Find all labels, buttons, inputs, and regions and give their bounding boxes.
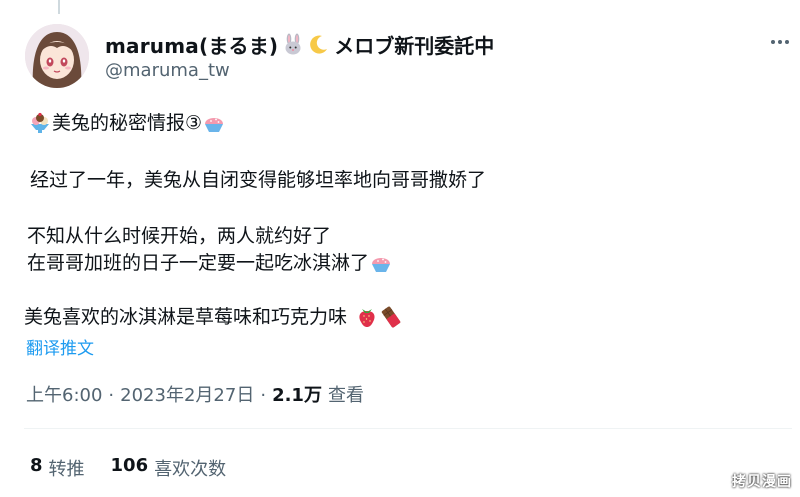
- post-line-text: 在哥哥加班的日子一定要一起吃冰淇淋了: [27, 252, 370, 274]
- engagement-stats: 8 转推 106 喜欢次数: [30, 455, 226, 481]
- author-name-row[interactable]: maruma(まるま) メロブ新刊委託中: [105, 30, 494, 58]
- shaved-ice-icon: [202, 111, 226, 135]
- author-display-name: maruma(まるま): [105, 33, 279, 58]
- views-label: 查看: [327, 385, 364, 406]
- ice-cream-sundae-icon: [28, 111, 52, 135]
- likes-stat[interactable]: 106 喜欢次数: [111, 455, 227, 481]
- retweets-label: 转推: [48, 459, 85, 480]
- avatar[interactable]: [25, 24, 89, 88]
- post-line-text: 经过了一年，美兔从自闭变得能够坦率地向哥哥撒娇了: [30, 169, 487, 191]
- retweets-stat[interactable]: 8 转推: [30, 455, 85, 481]
- retweets-count: 8: [30, 455, 43, 476]
- crescent-moon-icon: [308, 33, 330, 55]
- meta-separator: ·: [108, 385, 115, 406]
- watermark: 拷贝漫画: [732, 474, 792, 490]
- more-options-button[interactable]: [764, 28, 796, 56]
- post-line-1: 美兔的秘密情报③: [28, 110, 226, 136]
- post-date[interactable]: 2023年2月27日: [120, 381, 254, 407]
- author-handle[interactable]: @maruma_tw: [105, 60, 230, 81]
- post-line-text: 美兔的秘密情报③: [52, 112, 203, 134]
- post-time[interactable]: 上午6:00: [26, 381, 102, 407]
- meta-separator: ·: [260, 385, 267, 406]
- thread-connector: [0, 0, 800, 14]
- more-dot: [785, 40, 789, 44]
- strawberry-icon: [355, 305, 379, 329]
- shaved-ice-icon: [369, 251, 393, 275]
- post-line-text: 美兔喜欢的冰淇淋是草莓味和巧克力味: [24, 306, 348, 328]
- post-line-5: 美兔喜欢的冰淇淋是草莓味和巧克力味: [24, 304, 403, 330]
- post-line-2: 经过了一年，美兔从自闭变得能够坦率地向哥哥撒娇了: [30, 167, 486, 193]
- author-name-suffix: メロブ新刊委託中: [334, 33, 495, 58]
- rabbit-face-icon: [282, 33, 304, 55]
- likes-label: 喜欢次数: [154, 459, 227, 480]
- more-dot: [771, 40, 775, 44]
- avatar-image: [25, 24, 89, 88]
- translate-post-link[interactable]: 翻译推文: [26, 334, 94, 359]
- post-line-3: 不知从什么时候开始，两人就约好了: [27, 223, 331, 249]
- chocolate-bar-icon: [379, 305, 403, 329]
- likes-count: 106: [110, 455, 149, 476]
- post-meta: 上午6:00 · 2023年2月27日 · 2.1万 查看: [26, 381, 364, 407]
- more-dot: [778, 40, 782, 44]
- divider: [24, 428, 792, 429]
- views-count: 2.1万: [272, 385, 322, 406]
- post-line-4: 在哥哥加班的日子一定要一起吃冰淇淋了: [27, 250, 393, 276]
- post-line-text: 不知从什么时候开始，两人就约好了: [27, 225, 332, 247]
